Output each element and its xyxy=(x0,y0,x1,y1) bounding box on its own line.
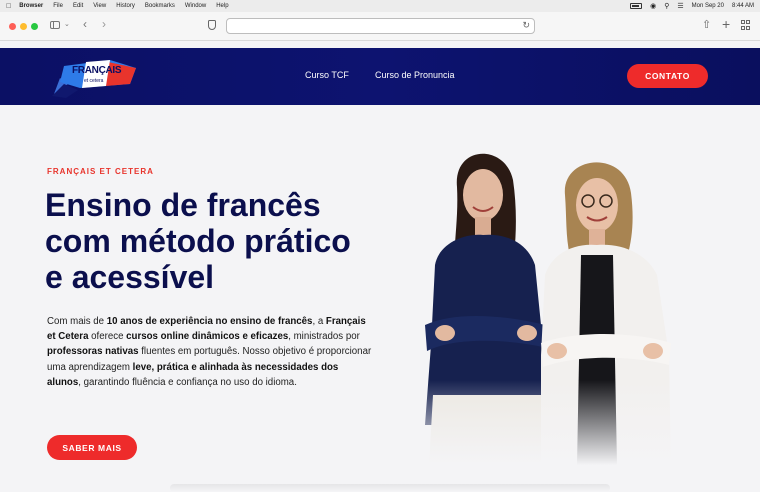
logo-subtitle: et cetera xyxy=(84,78,104,84)
site-logo[interactable]: FRANÇAIS et cetera xyxy=(50,54,140,98)
tab-overview-icon[interactable] xyxy=(741,20,751,30)
forward-arrow-icon[interactable]: › xyxy=(102,17,106,31)
teachers-photo xyxy=(395,125,695,465)
menu-edit[interactable]: Edit xyxy=(73,3,83,9)
spotlight-search-icon[interactable]: ⚲ xyxy=(664,2,669,10)
browser-toolbar: ⌄ ‹ › ↻ ⇧ + xyxy=(0,12,760,41)
section-divider-shadow xyxy=(170,484,610,492)
share-icon[interactable]: ⇧ xyxy=(702,18,711,31)
menu-help[interactable]: Help xyxy=(216,3,228,9)
reload-icon[interactable]: ↻ xyxy=(522,20,530,31)
back-arrow-icon[interactable]: ‹ xyxy=(83,17,87,31)
menu-app-name[interactable]: Browser xyxy=(19,3,43,9)
site-header: FRANÇAIS et cetera Curso TCF Curso de Pr… xyxy=(0,48,760,105)
system-menubar:  Browser File Edit View History Bookmar… xyxy=(0,0,760,12)
zoom-window-button[interactable] xyxy=(31,22,38,30)
hero-description: Com mais de 10 anos de experiência no en… xyxy=(47,316,372,388)
new-tab-icon[interactable]: + xyxy=(722,16,730,32)
chevron-down-icon[interactable]: ⌄ xyxy=(64,20,70,28)
menu-window[interactable]: Window xyxy=(185,3,206,9)
hero-section: FRANÇAIS ET CETERA Ensino de francês com… xyxy=(0,105,760,492)
logo-title: FRANÇAIS xyxy=(72,65,122,76)
menu-bookmarks[interactable]: Bookmarks xyxy=(145,3,175,9)
address-bar[interactable]: ↻ xyxy=(226,18,535,34)
nav-link-curso-tcf[interactable]: Curso TCF xyxy=(305,70,349,80)
logo-graphic xyxy=(52,60,136,98)
menu-history[interactable]: History xyxy=(116,3,135,9)
nav-link-curso-pronuncia[interactable]: Curso de Pronuncia xyxy=(375,70,455,80)
hero-headline: Ensino de francês com método prático e a… xyxy=(45,187,351,295)
contato-button[interactable]: CONTATO xyxy=(627,64,708,88)
apple-menu-icon[interactable]:  xyxy=(6,3,11,10)
saber-mais-button[interactable]: SABER MAIS xyxy=(47,435,137,460)
wifi-icon[interactable]: ◉ xyxy=(650,2,656,10)
menu-file[interactable]: File xyxy=(53,3,63,9)
menubar-time[interactable]: 8:44 AM xyxy=(732,3,754,9)
control-center-icon[interactable]: ☰ xyxy=(677,2,683,10)
close-window-button[interactable] xyxy=(9,22,16,30)
sidebar-toggle-icon[interactable] xyxy=(50,21,60,29)
window-controls xyxy=(9,22,38,30)
privacy-shield-icon[interactable] xyxy=(208,20,216,30)
minimize-window-button[interactable] xyxy=(20,22,27,30)
hero-eyebrow: FRANÇAIS ET CETERA xyxy=(47,167,154,176)
menu-view[interactable]: View xyxy=(93,3,106,9)
menubar-date[interactable]: Mon Sep 20 xyxy=(692,3,724,9)
battery-icon[interactable] xyxy=(630,3,643,9)
